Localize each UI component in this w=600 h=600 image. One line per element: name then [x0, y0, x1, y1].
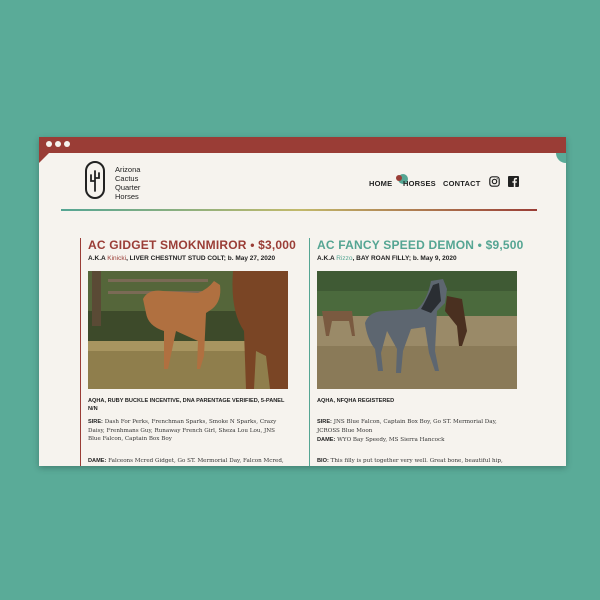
dame-info: DAME: WYO Bay Speedy, MS Sierra Hancock: [317, 436, 517, 445]
window-dot-icon[interactable]: [55, 141, 61, 147]
nav-contact[interactable]: CONTACT: [443, 179, 481, 188]
nav-highlight: [396, 175, 402, 181]
brand-line: Quarter: [115, 183, 141, 192]
dame-info: DAME: Falceons Mcred Gidget, Go ST. Merm…: [88, 457, 288, 466]
aka-suffix: , BAY ROAN FILLY; b. May 9, 2020: [352, 255, 457, 262]
cactus-icon[interactable]: [85, 161, 105, 199]
header-divider: [61, 209, 537, 211]
brand-line: Horses: [115, 192, 139, 201]
window-titlebar: [39, 137, 566, 153]
titlebar-corner: [556, 153, 566, 163]
aka-prefix: A.K.A: [317, 255, 337, 262]
sire-label: SIRE:: [317, 419, 332, 425]
dame-text: Falceons Mcred Gidget, Go ST. Mermorial …: [108, 458, 284, 464]
brand-line: Arizona: [115, 165, 141, 174]
registration-info: AQHA, NFQHA REGISTERED: [317, 398, 395, 404]
dame-label: DAME:: [317, 437, 336, 443]
horse-photo[interactable]: [88, 271, 288, 389]
sire-info: SIRE: Dash For Perks, Frenchman Sparks, …: [88, 418, 288, 444]
listing-accent-line: [80, 238, 81, 466]
sire-label: SIRE:: [88, 419, 103, 425]
listing-accent-line: [309, 238, 310, 466]
registration-info: AQHA, RUBY BUCKLE INCENTIVE, DNA PARENTA…: [88, 398, 285, 412]
browser-window: Arizona Cactus Quarter Horses HOME HORSE…: [39, 137, 566, 466]
horse-photo[interactable]: [317, 271, 517, 389]
dame-text: WYO Bay Speedy, MS Sierra Hancock: [337, 437, 445, 443]
bio-label: BIO:: [317, 458, 329, 464]
window-dot-icon[interactable]: [64, 141, 70, 147]
bio-info: BIO: This filly is put together very wel…: [317, 457, 517, 466]
brand-line: Cactus: [115, 174, 139, 183]
listing-title[interactable]: AC GIDGET SMOKNMIROR • $3,000: [88, 238, 296, 252]
dame-label: DAME:: [88, 458, 107, 464]
sire-info: SIRE: JNS Blue Falcon, Captain Box Boy, …: [317, 418, 517, 435]
sire-text: Dash For Perks, Frenchman Sparks, Smoke …: [88, 419, 277, 442]
nickname: Kinicki: [107, 255, 127, 262]
sire-text: JNS Blue Falcon, Captain Box Boy, Go ST.…: [317, 419, 497, 434]
listing-aka: A.K.A Rizzo, BAY ROAN FILLY; b. May 9, 2…: [317, 255, 457, 262]
listing-aka: A.K.A Kinicki, LIVER CHESTNUT STUD COLT;…: [88, 255, 275, 262]
nav-home[interactable]: HOME: [369, 179, 392, 188]
facebook-icon[interactable]: [508, 176, 519, 187]
bio-text: This filly is put together very well. Gr…: [330, 458, 503, 464]
aka-prefix: A.K.A: [88, 255, 108, 262]
nav-horses[interactable]: HORSES: [403, 179, 436, 188]
nickname: Rizzo: [336, 255, 353, 262]
window-dot-icon[interactable]: [46, 141, 52, 147]
aka-suffix: , LIVER CHESTNUT STUD COLT; b. May 27, 2…: [126, 255, 276, 262]
instagram-icon[interactable]: [489, 176, 500, 187]
titlebar-corner: [39, 153, 49, 163]
listing-title[interactable]: AC FANCY SPEED DEMON • $9,500: [317, 238, 524, 252]
brand-name[interactable]: Arizona Cactus Quarter Horses: [115, 165, 140, 201]
